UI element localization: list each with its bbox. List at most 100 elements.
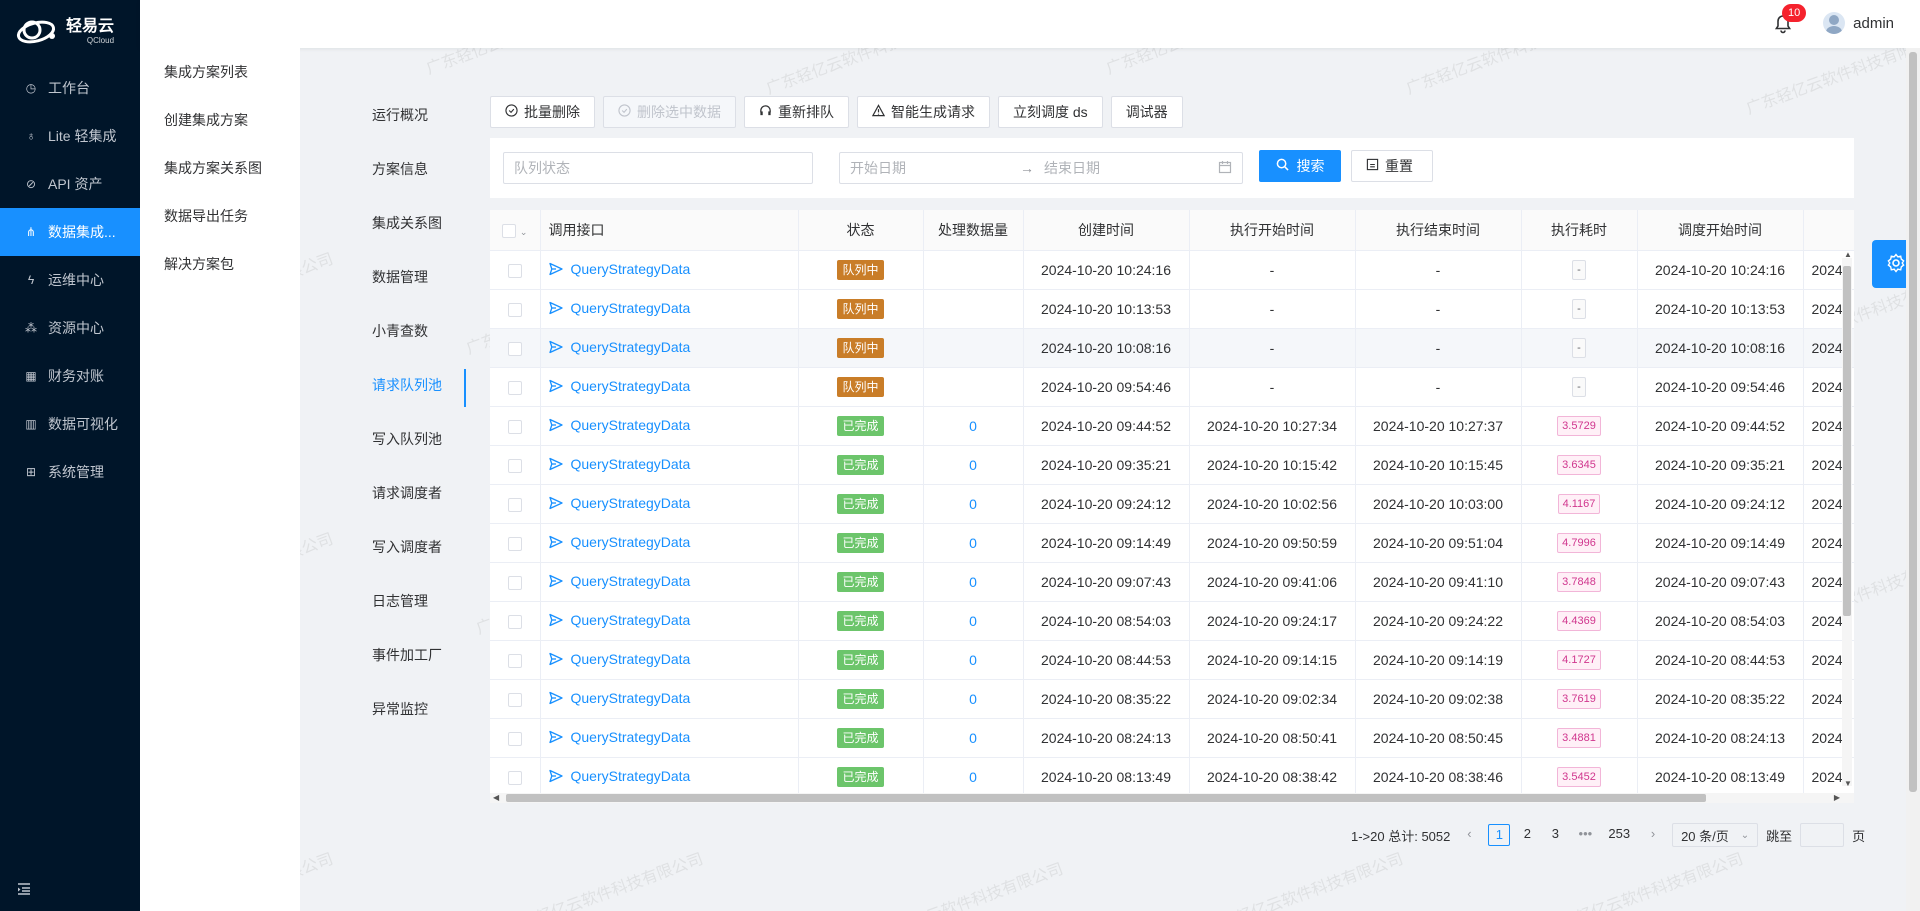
row-checkbox[interactable] bbox=[507, 380, 522, 395]
submenu-item[interactable]: 集成方案关系图 bbox=[140, 144, 300, 192]
tab-item[interactable]: 请求调度者 bbox=[368, 469, 468, 523]
brand-logo[interactable]: 轻易云 QCloud bbox=[0, 0, 140, 64]
api-link[interactable]: QueryStrategyData bbox=[548, 768, 690, 784]
queue-status-input[interactable] bbox=[503, 152, 813, 184]
count-cell[interactable]: 0 bbox=[923, 445, 1024, 485]
tab-item[interactable]: 集成关系图 bbox=[368, 199, 468, 253]
api-link[interactable]: QueryStrategyData bbox=[548, 729, 690, 745]
user-menu[interactable]: admin bbox=[1823, 12, 1894, 34]
api-link[interactable]: QueryStrategyData bbox=[548, 495, 690, 511]
scroll-right-icon[interactable]: ▶ bbox=[1834, 793, 1840, 802]
row-checkbox[interactable] bbox=[507, 263, 522, 278]
api-link[interactable]: QueryStrategyData bbox=[548, 378, 690, 394]
column-header[interactable]: 状态 bbox=[798, 210, 924, 251]
page-size-select[interactable]: 20 条/页 ⌄ bbox=[1672, 823, 1759, 847]
prev-page-icon[interactable]: ‹ bbox=[1458, 824, 1480, 846]
column-header[interactable]: 执行开始时间 bbox=[1189, 210, 1356, 251]
column-header[interactable]: 处理数据量 bbox=[923, 210, 1024, 251]
api-link[interactable]: QueryStrategyData bbox=[548, 261, 690, 277]
count-cell[interactable]: 0 bbox=[923, 523, 1024, 563]
api-link[interactable]: QueryStrategyData bbox=[548, 651, 690, 667]
count-cell[interactable]: 0 bbox=[923, 406, 1024, 446]
table-row[interactable]: QueryStrategyData 已完成 0 2024-10-20 09:14:49… bbox=[490, 523, 1854, 563]
count-cell[interactable]: 0 bbox=[923, 562, 1024, 602]
submenu-item[interactable]: 集成方案列表 bbox=[140, 48, 300, 96]
collapse-menu-icon[interactable] bbox=[16, 881, 32, 897]
batch-delete-button[interactable]: 批量删除 bbox=[490, 96, 595, 128]
api-link[interactable]: QueryStrategyData bbox=[548, 339, 690, 355]
count-cell[interactable] bbox=[923, 328, 1024, 368]
tab-item[interactable]: 小青查数 bbox=[368, 307, 468, 361]
chevron-down-icon[interactable]: ⌄ bbox=[520, 227, 528, 237]
page-last[interactable]: 253 bbox=[1604, 824, 1634, 846]
start-date-input[interactable]: 开始日期 bbox=[850, 158, 1020, 178]
count-cell[interactable] bbox=[923, 367, 1024, 407]
select-all-checkbox[interactable]: ⌄ bbox=[490, 210, 541, 251]
count-cell[interactable]: 0 bbox=[923, 757, 1024, 796]
sidebar-item-0[interactable]: ◷ 工作台 bbox=[0, 64, 140, 112]
sidebar-item-1[interactable]: ♁ Lite 轻集成 bbox=[0, 112, 140, 160]
submenu-item[interactable]: 解决方案包 bbox=[140, 240, 300, 288]
api-link[interactable]: QueryStrategyData bbox=[548, 534, 690, 550]
reset-button[interactable]: 重置 bbox=[1351, 150, 1433, 182]
scroll-thumb[interactable] bbox=[506, 794, 1706, 802]
tab-item[interactable]: 异常监控 bbox=[368, 685, 468, 739]
delete-selected-button[interactable]: 删除选中数据 bbox=[603, 96, 736, 128]
page-number[interactable]: 3 bbox=[1544, 824, 1566, 846]
column-header[interactable]: 执行结束时间 bbox=[1355, 210, 1522, 251]
scroll-down-icon[interactable]: ▼ bbox=[1844, 779, 1852, 788]
tab-item[interactable]: 事件加工厂 bbox=[368, 631, 468, 685]
row-checkbox[interactable] bbox=[507, 575, 522, 590]
sidebar-item-6[interactable]: ▦ 财务对账 bbox=[0, 352, 140, 400]
count-cell[interactable]: 0 bbox=[923, 679, 1024, 719]
table-row[interactable]: QueryStrategyData 已完成 0 2024-10-20 08:54:03… bbox=[490, 601, 1854, 641]
scroll-up-icon[interactable]: ▲ bbox=[1844, 250, 1852, 259]
page-vertical-scrollbar[interactable] bbox=[1906, 48, 1920, 911]
scroll-thumb[interactable] bbox=[1909, 52, 1917, 792]
table-row[interactable]: QueryStrategyData 队列中 2024-10-20 10:24:16-… bbox=[490, 250, 1854, 290]
table-horizontal-scrollbar[interactable]: ◀ ▶ bbox=[490, 793, 1854, 803]
tab-item[interactable]: 写入调度者 bbox=[368, 523, 468, 577]
search-button[interactable]: 搜索 bbox=[1259, 150, 1341, 182]
row-checkbox[interactable] bbox=[507, 653, 522, 668]
schedule-now-button[interactable]: 立刻调度 ds bbox=[998, 96, 1103, 128]
count-cell[interactable]: 0 bbox=[923, 640, 1024, 680]
count-cell[interactable]: 0 bbox=[923, 601, 1024, 641]
table-row[interactable]: QueryStrategyData 队列中 2024-10-20 09:54:46-… bbox=[490, 367, 1854, 407]
row-checkbox[interactable] bbox=[507, 536, 522, 551]
sidebar-item-4[interactable]: ϟ 运维中心 bbox=[0, 256, 140, 304]
api-link[interactable]: QueryStrategyData bbox=[548, 612, 690, 628]
column-header[interactable]: 执行耗时 bbox=[1521, 210, 1638, 251]
row-checkbox[interactable] bbox=[507, 302, 522, 317]
column-header[interactable]: 创建时间 bbox=[1023, 210, 1190, 251]
api-link[interactable]: QueryStrategyData bbox=[548, 573, 690, 589]
table-row[interactable]: QueryStrategyData 已完成 0 2024-10-20 08:35:22… bbox=[490, 679, 1854, 719]
column-header[interactable]: 调用接口 bbox=[540, 210, 799, 251]
count-cell[interactable]: 0 bbox=[923, 484, 1024, 524]
table-row[interactable]: QueryStrategyData 已完成 0 2024-10-20 09:44:52… bbox=[490, 406, 1854, 446]
tab-item[interactable]: 运行概况 bbox=[368, 91, 468, 145]
count-cell[interactable]: 0 bbox=[923, 718, 1024, 758]
row-checkbox[interactable] bbox=[507, 419, 522, 434]
notification-bell-icon[interactable]: 10 bbox=[1774, 4, 1807, 34]
checkbox[interactable] bbox=[502, 223, 517, 238]
submenu-item[interactable]: 创建集成方案 bbox=[140, 96, 300, 144]
row-checkbox[interactable] bbox=[507, 614, 522, 629]
tab-item[interactable]: 日志管理 bbox=[368, 577, 468, 631]
tab-item[interactable]: 请求队列池 bbox=[368, 361, 468, 415]
requeue-button[interactable]: 重新排队 bbox=[744, 96, 849, 128]
sidebar-item-7[interactable]: ▥ 数据可视化 bbox=[0, 400, 140, 448]
row-checkbox[interactable] bbox=[507, 731, 522, 746]
api-link[interactable]: QueryStrategyData bbox=[548, 300, 690, 316]
sidebar-item-3[interactable]: ⋔ 数据集成... bbox=[0, 208, 140, 256]
row-checkbox[interactable] bbox=[507, 770, 522, 785]
page-number[interactable]: 1 bbox=[1488, 824, 1511, 846]
table-row[interactable]: QueryStrategyData 已完成 0 2024-10-20 08:44:53… bbox=[490, 640, 1854, 680]
table-row[interactable]: QueryStrategyData 已完成 0 2024-10-20 09:24:12… bbox=[490, 484, 1854, 524]
api-link[interactable]: QueryStrategyData bbox=[548, 690, 690, 706]
tab-item[interactable]: 写入队列池 bbox=[368, 415, 468, 469]
row-checkbox[interactable] bbox=[507, 458, 522, 473]
tab-item[interactable]: 数据管理 bbox=[368, 253, 468, 307]
table-row[interactable]: QueryStrategyData 已完成 0 2024-10-20 09:35:21… bbox=[490, 445, 1854, 485]
submenu-item[interactable]: 数据导出任务 bbox=[140, 192, 300, 240]
